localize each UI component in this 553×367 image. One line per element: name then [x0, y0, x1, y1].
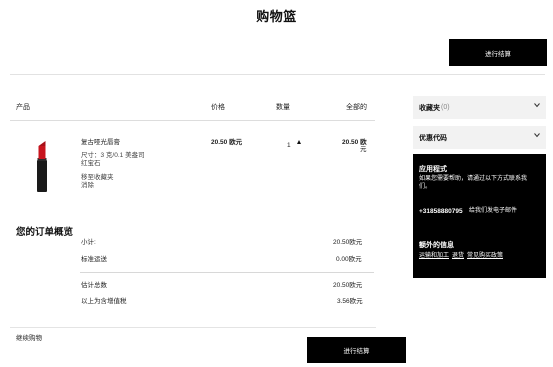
help-panel: 应用程式 如果您需要帮助，请通过以下方式联系我 们。 +31858880795 … [413, 154, 546, 278]
purchase-policy-link[interactable]: 常见购买政策 [467, 253, 503, 260]
continue-shopping-link[interactable]: 继续购物 [16, 335, 42, 343]
favorites-label: 收藏夹 [419, 104, 440, 112]
quantity-value: 1 [287, 142, 291, 149]
vat-value: 3.56欧元 [337, 298, 363, 305]
item-price: 20.50 欧元 [211, 139, 243, 146]
order-summary-title: 您的订单概览 [16, 227, 74, 238]
move-to-favorites-link[interactable]: 移至收藏夹 [81, 174, 114, 182]
vat-label: 以上为含增值税 [81, 298, 127, 305]
promo-code-accordion[interactable]: 优惠代码 [413, 126, 546, 149]
divider [10, 74, 545, 75]
returns-link[interactable]: 退货 [452, 253, 464, 260]
column-price: 价格 [211, 104, 225, 111]
help-title: 应用程式 [419, 166, 447, 173]
divider [10, 120, 375, 121]
checkout-button-top[interactable]: 进行结算 [449, 39, 547, 66]
chevron-down-icon [534, 103, 540, 108]
column-quantity: 数量 [276, 104, 290, 111]
chevron-down-icon [534, 133, 540, 138]
page-title: 购物篮 [256, 9, 297, 24]
help-text-cont: 们。 [419, 184, 432, 190]
favorites-accordion[interactable]: 收藏夹 (0) [413, 96, 546, 119]
promo-label: 优惠代码 [419, 134, 447, 142]
item-total-line2: 元 [360, 146, 367, 153]
triangle-up-icon[interactable] [297, 140, 301, 144]
divider [10, 327, 376, 328]
phone-number[interactable]: +31858880795 [419, 208, 463, 216]
help-text: 如果您需要帮助，请通过以下方式联系我 [419, 176, 528, 182]
product-shade: 红宝石 [81, 160, 101, 167]
estimated-total-value: 20.50欧元 [333, 282, 363, 289]
product-name[interactable]: 复古哑光唇膏 [81, 139, 120, 147]
remove-link[interactable]: 消除 [81, 182, 94, 190]
product-image[interactable] [30, 138, 54, 194]
divider [80, 272, 374, 273]
shipping-value: 0.00欧元 [336, 256, 362, 263]
shipping-label: 标准运送 [81, 256, 107, 263]
subtotal-label: 小计: [81, 239, 96, 246]
product-size: 尺寸：3 克/0.1 美盎司 [81, 152, 145, 159]
favorites-count: (0) [441, 104, 450, 111]
column-product: 产品 [16, 104, 30, 111]
shipping-link[interactable]: 运输和加工 [419, 253, 449, 260]
subtotal-value: 20.50欧元 [333, 239, 363, 246]
extra-info-title: 额外的信息 [419, 242, 454, 249]
email-link[interactable]: 给我们发电子邮件 [469, 208, 517, 215]
checkout-button-bottom[interactable]: 进行结算 [307, 337, 406, 363]
estimated-total-label: 估计总数 [81, 282, 107, 289]
column-total: 全部的 [346, 104, 367, 111]
